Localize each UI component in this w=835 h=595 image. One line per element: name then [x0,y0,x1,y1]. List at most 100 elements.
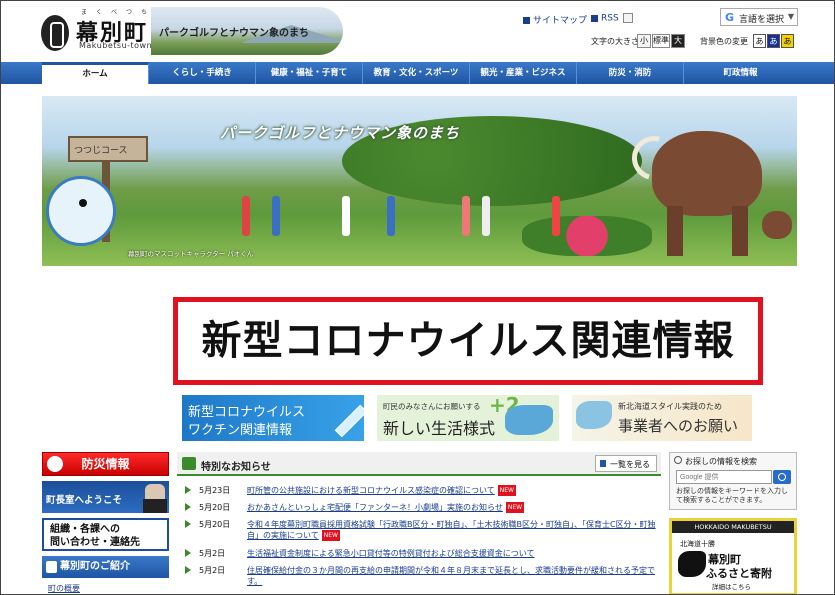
mammoth-leg [732,206,748,256]
corona-info-banner[interactable]: 新型コロナウイルス関連情報 [173,297,763,385]
building-icon [46,561,57,573]
bg-white-button[interactable]: あ [753,34,766,48]
search-button[interactable] [773,470,791,484]
corona-info-text: 新型コロナウイルス関連情報 [201,318,735,364]
hokkaido-map-icon [678,551,706,577]
town-overview-link[interactable]: 町の概要 [48,583,80,594]
bullet-arrow-icon [185,566,191,574]
town-name-roman: Makubetsu-town [79,41,153,50]
nav-living[interactable]: くらし・手続き [149,62,256,84]
header-banner: パークゴルフとナウマン象のまち [151,7,343,55]
news-title: 令和４年度幕別町職員採用資格試験「行政職B区分・町独自」、「土木技術職B区分・町… [247,520,656,540]
contact-line2: 問い合わせ・連絡先 [50,537,140,548]
mammoth-statue [652,131,762,216]
business-banner-line2: 事業者へのお願い [618,417,739,435]
nav-disaster[interactable]: 防災・消防 [577,62,684,84]
bg-blue-button[interactable]: あ [767,34,780,48]
sitemap-label: サイトマップ [533,16,588,26]
rss-feed-icon [622,13,633,23]
sitemap-link[interactable]: サイトマップ [523,13,587,26]
syringe-icon [334,404,364,438]
rss-label: RSS [601,13,619,24]
nav-government[interactable]: 町政情報 [684,62,797,84]
nav-education[interactable]: 教育・文化・スポーツ [363,62,470,84]
news-link[interactable]: 住居確保給付金の３か月間の再支給の申請期間が令和４年８月末まで延長とし、求職活動… [247,565,657,587]
news-link[interactable]: 生活福祉資金制度による緊急小口貸付等の特例貸付および総合支援資金について [247,548,657,559]
bullet-arrow-icon [185,503,191,511]
town-intro-label: 幕別町のご紹介 [60,561,130,572]
view-all-button[interactable]: 一覧を見る [595,455,657,472]
hero-caption: 幕別町のマスコットキャラクター パオくん [128,250,254,258]
news-date: 5月20日 [199,503,231,512]
header: まくべつちょう 幕別町 Makubetsu-town パークゴルフとナウマン象の… [1,1,834,61]
lifestyle-banner-line1: 町民のみなさんにお願いする [383,402,481,411]
baby-mammoth-statue [762,211,792,239]
furusato-top: HOKKAIDO MAKUBETSU [672,521,794,533]
golfer-figure [272,196,280,236]
furusato-detail: 詳細はこちら [712,583,751,591]
bullet-arrow-icon [185,520,191,528]
search-input[interactable] [676,470,772,484]
hero-image: つつじコース パークゴルフとナウマン象のまち 幕別町のマスコットキャラクター パ… [42,96,797,266]
siren-icon [47,456,63,472]
bullet-arrow-icon [185,549,191,557]
nav-tourism[interactable]: 観光・産業・ビジネス [470,62,577,84]
font-size-label: 文字の大きさ [591,37,639,46]
contact-line1: 組織・各課への [50,524,120,535]
town-intro-heading: 幕別町のご紹介 [42,556,169,578]
header-banner-text: パークゴルフとナウマン象のまち [159,28,309,39]
news-title: 町所管の公共施設における新型コロナウイルス感染症の確認について [247,486,495,495]
golfer-figure [552,196,560,236]
disaster-info-label: 防災情報 [81,457,130,471]
special-notices-header: 特別なお知らせ 一覧を見る [177,452,661,476]
google-g-icon: G [725,11,735,24]
square-bullet-icon [591,14,598,22]
font-size-standard-button[interactable]: 標準 [652,34,670,48]
hokkaido-map-icon [505,405,553,435]
news-link[interactable]: おかあさんといっしょ宅配便「ファンターネ！小劇場」実施のお知らせ NEW [247,502,657,513]
business-banner[interactable]: 新北海道スタイル実践のため 事業者へのお願い [572,395,752,441]
contact-banner[interactable]: 組織・各課への 問い合わせ・連絡先 [42,518,169,551]
news-date: 5月20日 [199,520,231,529]
furusato-banner[interactable]: HOKKAIDO MAKUBETSU 北海道十勝 幕別町 ふるさと寄附 詳細はこ… [669,518,797,594]
global-nav: ホーム くらし・手続き 健康・福祉・子育て 教育・文化・スポーツ 観光・産業・ビ… [1,62,834,84]
flowers-illustration [522,216,652,256]
vaccine-banner-line1: 新型コロナウイルス [188,405,306,420]
nav-home[interactable]: ホーム [42,62,149,84]
site-search: お探しの情報を検索 お探しの情報をキーワードを入力して検索することができます。 [669,452,797,510]
course-sign-text: つつじコース [74,146,128,156]
news-date: 5月23日 [199,486,231,495]
lifestyle-banner-line2: 新しい生活様式 [383,419,496,438]
golfer-figure [342,196,350,236]
disaster-info-button[interactable]: 防災情報 [42,452,169,476]
town-emblem-icon[interactable] [41,15,69,51]
bullet-arrow-icon [185,486,191,494]
vaccine-banner[interactable]: 新型コロナウイルス ワクチン関連情報 [182,395,364,441]
special-notices-title: 特別なお知らせ [201,462,271,473]
language-select[interactable]: G 言語を選択 ▼ [720,8,798,26]
site-search-title: お探しの情報を検索 [674,456,757,467]
mayor-office-banner[interactable]: 町長室へようこそ [42,481,169,513]
news-date: 5月2日 [199,549,226,558]
lifestyle-banner[interactable]: 町民のみなさんにお願いする 新しい生活様式 +2 [377,395,559,441]
hero-catchphrase: パークゴルフとナウマン象のまち [220,124,461,142]
font-size-small-button[interactable]: 小 [637,34,651,48]
business-banner-line1: 新北海道スタイル実践のため [618,402,722,411]
nav-health[interactable]: 健康・福祉・子育て [256,62,363,84]
mammoth-leg [667,206,683,256]
new-badge: NEW [505,502,525,513]
news-title: おかあさんといっしょ宅配便「ファンターネ！小劇場」実施のお知らせ [247,503,503,512]
mascot-elephant-icon [46,176,116,246]
news-link[interactable]: 令和４年度幕別町職員採用資格試験「行政職B区分・町独自」、「土木技術職B区分・町… [247,519,657,541]
rss-link[interactable]: RSS [591,13,633,24]
bg-yellow-button[interactable]: あ [781,34,794,48]
page: まくべつちょう 幕別町 Makubetsu-town パークゴルフとナウマン象の… [0,0,835,595]
news-title: 住居確保給付金の３か月間の再支給の申請期間が令和４年８月末まで延長とし、求職活動… [247,566,655,586]
mayor-photo-suit [143,499,167,513]
news-link[interactable]: 町所管の公共施設における新型コロナウイルス感染症の確認について NEW [247,485,657,496]
font-size-large-button[interactable]: 大 [671,34,685,48]
search-note: お探しの情報をキーワードを入力して検索することができます。 [676,487,788,504]
vaccine-banner-line2: ワクチン関連情報 [188,423,293,438]
new-badge: NEW [497,485,516,496]
hokkaido-map-icon [576,401,612,429]
